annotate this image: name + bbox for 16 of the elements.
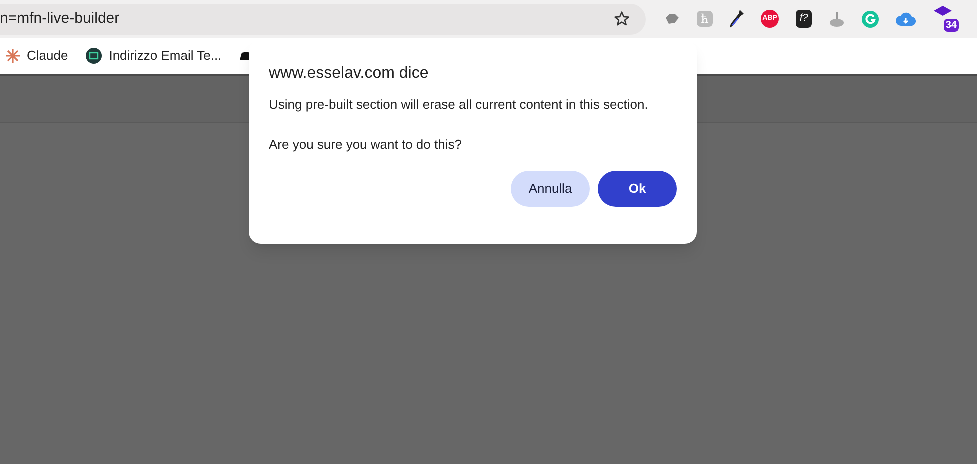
count-badge: 34 bbox=[944, 19, 959, 32]
starburst-icon bbox=[6, 49, 20, 63]
url-text: n=mfn-live-builder bbox=[0, 8, 121, 29]
extension-icon[interactable]: f? bbox=[796, 10, 812, 28]
dialog-message: Using pre-built section will erase all current content in this section. bbox=[269, 96, 650, 114]
envelope-circle-icon bbox=[86, 48, 102, 64]
dialog-question: Are you sure you want to do this? bbox=[269, 136, 463, 154]
address-bar[interactable]: n=mfn-live-builder bbox=[0, 4, 646, 34]
star-icon[interactable] bbox=[614, 11, 630, 27]
dialog-title: www.esselav.com dice bbox=[269, 64, 430, 84]
eyedropper-icon[interactable] bbox=[730, 10, 744, 28]
cancel-button[interactable]: Annulla bbox=[511, 170, 590, 206]
ok-button[interactable]: Ok bbox=[598, 170, 677, 206]
cloud-download-icon[interactable] bbox=[896, 12, 916, 26]
bookmark-link[interactable]: Indirizzo Email Te... bbox=[109, 46, 222, 66]
bookmark-link[interactable]: Claude bbox=[27, 46, 68, 66]
